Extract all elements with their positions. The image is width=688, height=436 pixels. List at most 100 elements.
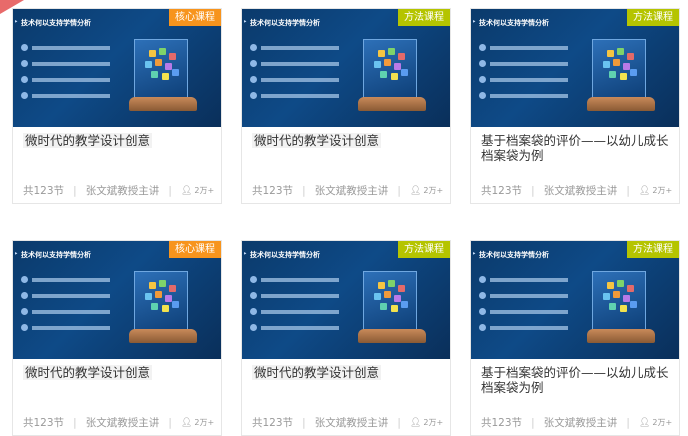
teacher-name: 张文斌教授主讲: [543, 185, 618, 197]
thumbnail-bullet: [250, 275, 339, 284]
thumbnail-bullet: [21, 75, 110, 84]
meta-divider: |: [626, 416, 630, 429]
course-title[interactable]: 微时代的教学设计创意: [252, 133, 440, 148]
hand-illustration: [358, 329, 426, 343]
thumbnail-bullet: [250, 43, 339, 52]
course-thumbnail[interactable]: ‣ 技术何以支持学情分析: [471, 9, 679, 127]
thumbnail-bullet: [250, 323, 339, 332]
thumbnail-bullet: [250, 291, 339, 300]
course-title[interactable]: 基于档案袋的评价——以幼儿成长档案袋为例: [481, 133, 669, 163]
thumbnail-bullet: [21, 275, 110, 284]
course-badge: 方法课程: [398, 241, 450, 258]
thumbnail-bullet: [21, 91, 110, 100]
learner-count: 2万+: [652, 418, 673, 427]
teacher-name: 张文斌教授主讲: [314, 417, 389, 429]
course-meta: 共123节 | 张文斌教授主讲 | 👤︎ 2万+: [23, 415, 214, 430]
thumbnail-title: 技术何以支持学情分析: [21, 251, 91, 259]
thumbnail-title: 技术何以支持学情分析: [479, 19, 549, 27]
course-title[interactable]: 微时代的教学设计创意: [23, 365, 211, 380]
course-card[interactable]: ‣ 技术何以支持学情分析 方法课程 微时代的教学设计创意 共123节 | 张文斌…: [241, 240, 451, 436]
thumbnail-bullet: [250, 59, 339, 68]
course-title[interactable]: 微时代的教学设计创意: [23, 133, 211, 148]
thumbnail-bullet: [479, 323, 568, 332]
course-card[interactable]: ‣ 技术何以支持学情分析 核心课程 微时代的教学设计创意 共123节 | 张文斌…: [12, 8, 222, 204]
course-title[interactable]: 微时代的教学设计创意: [252, 365, 440, 380]
teacher-name: 张文斌教授主讲: [85, 417, 160, 429]
course-card[interactable]: ‣ 技术何以支持学情分析 方法课程 基于档案袋的评价——以幼儿成长档案袋为例 共: [470, 240, 680, 436]
tablet-illustration: [363, 39, 417, 101]
hand-illustration: [358, 97, 426, 111]
person-icon: 👤︎: [180, 185, 193, 196]
meta-divider: |: [626, 184, 630, 197]
course-badge: 方法课程: [627, 9, 679, 26]
course-thumbnail[interactable]: ‣ 技术何以支持学情分析: [471, 241, 679, 359]
learner-count: 2万+: [423, 418, 444, 427]
person-icon: 👤︎: [638, 417, 651, 428]
thumbnail-bullet: [21, 291, 110, 300]
course-title[interactable]: 基于档案袋的评价——以幼儿成长档案袋为例: [481, 365, 669, 395]
course-meta: 共123节 | 张文斌教授主讲 | 👤︎ 2万+: [252, 183, 443, 198]
course-meta: 共123节 | 张文斌教授主讲 | 👤︎ 2万+: [23, 183, 214, 198]
course-thumbnail[interactable]: ‣ 技术何以支持学情分析: [13, 9, 221, 127]
course-meta: 共123节 | 张文斌教授主讲 | 👤︎ 2万+: [481, 415, 672, 430]
learner-count: 2万+: [194, 186, 215, 195]
thumbnail-bullet: [21, 323, 110, 332]
play-arrow-icon: ‣: [14, 250, 19, 258]
thumbnail-bullet: [479, 307, 568, 316]
course-card[interactable]: ‣ 技术何以支持学情分析 方法课程 基于档案袋的评价——以幼儿成长档案袋为例 共: [470, 8, 680, 204]
meta-divider: |: [168, 184, 172, 197]
meta-divider: |: [302, 416, 306, 429]
lesson-count: 共123节: [252, 417, 294, 429]
thumbnail-bullet: [250, 75, 339, 84]
thumbnail-bullet: [250, 91, 339, 100]
learner-count: 2万+: [423, 186, 444, 195]
person-icon: 👤︎: [409, 417, 422, 428]
learner-count: 2万+: [652, 186, 673, 195]
meta-divider: |: [531, 184, 535, 197]
thumbnail-bullet: [21, 43, 110, 52]
teacher-name: 张文斌教授主讲: [314, 185, 389, 197]
thumbnail-title: 技术何以支持学情分析: [21, 19, 91, 27]
play-arrow-icon: ‣: [243, 18, 248, 26]
meta-divider: |: [302, 184, 306, 197]
hand-illustration: [587, 97, 655, 111]
course-thumbnail[interactable]: ‣ 技术何以支持学情分析: [242, 241, 450, 359]
lesson-count: 共123节: [481, 417, 523, 429]
course-card[interactable]: ‣ 技术何以支持学情分析 核心课程 微时代的教学设计创意 共123节 | 张文斌…: [12, 240, 222, 436]
tablet-illustration: [363, 271, 417, 333]
course-meta: 共123节 | 张文斌教授主讲 | 👤︎ 2万+: [252, 415, 443, 430]
thumbnail-bullet: [479, 291, 568, 300]
lesson-count: 共123节: [23, 417, 65, 429]
learner-count: 2万+: [194, 418, 215, 427]
hand-illustration: [129, 97, 197, 111]
thumbnail-bullet: [250, 307, 339, 316]
tablet-illustration: [134, 271, 188, 333]
tablet-illustration: [592, 39, 646, 101]
meta-divider: |: [73, 416, 77, 429]
thumbnail-title: 技术何以支持学情分析: [250, 19, 320, 27]
person-icon: 👤︎: [638, 185, 651, 196]
course-thumbnail[interactable]: ‣ 技术何以支持学情分析: [242, 9, 450, 127]
course-card[interactable]: ‣ 技术何以支持学情分析 方法课程 微时代的教学设计创意 共123节 | 张文斌…: [241, 8, 451, 204]
person-icon: 👤︎: [409, 185, 422, 196]
course-meta: 共123节 | 张文斌教授主讲 | 👤︎ 2万+: [481, 183, 672, 198]
thumbnail-bullet: [479, 91, 568, 100]
thumbnail-bullet: [479, 75, 568, 84]
play-arrow-icon: ‣: [14, 18, 19, 26]
meta-divider: |: [531, 416, 535, 429]
lesson-count: 共123节: [481, 185, 523, 197]
course-badge: 方法课程: [398, 9, 450, 26]
tablet-illustration: [592, 271, 646, 333]
thumbnail-bullet: [479, 59, 568, 68]
person-icon: 👤︎: [180, 417, 193, 428]
thumbnail-bullet: [21, 59, 110, 68]
tablet-illustration: [134, 39, 188, 101]
course-thumbnail[interactable]: ‣ 技术何以支持学情分析: [13, 241, 221, 359]
meta-divider: |: [168, 416, 172, 429]
hand-illustration: [129, 329, 197, 343]
thumbnail-bullet: [479, 43, 568, 52]
play-arrow-icon: ‣: [472, 18, 477, 26]
meta-divider: |: [397, 416, 401, 429]
thumbnail-bullet: [479, 275, 568, 284]
play-arrow-icon: ‣: [243, 250, 248, 258]
